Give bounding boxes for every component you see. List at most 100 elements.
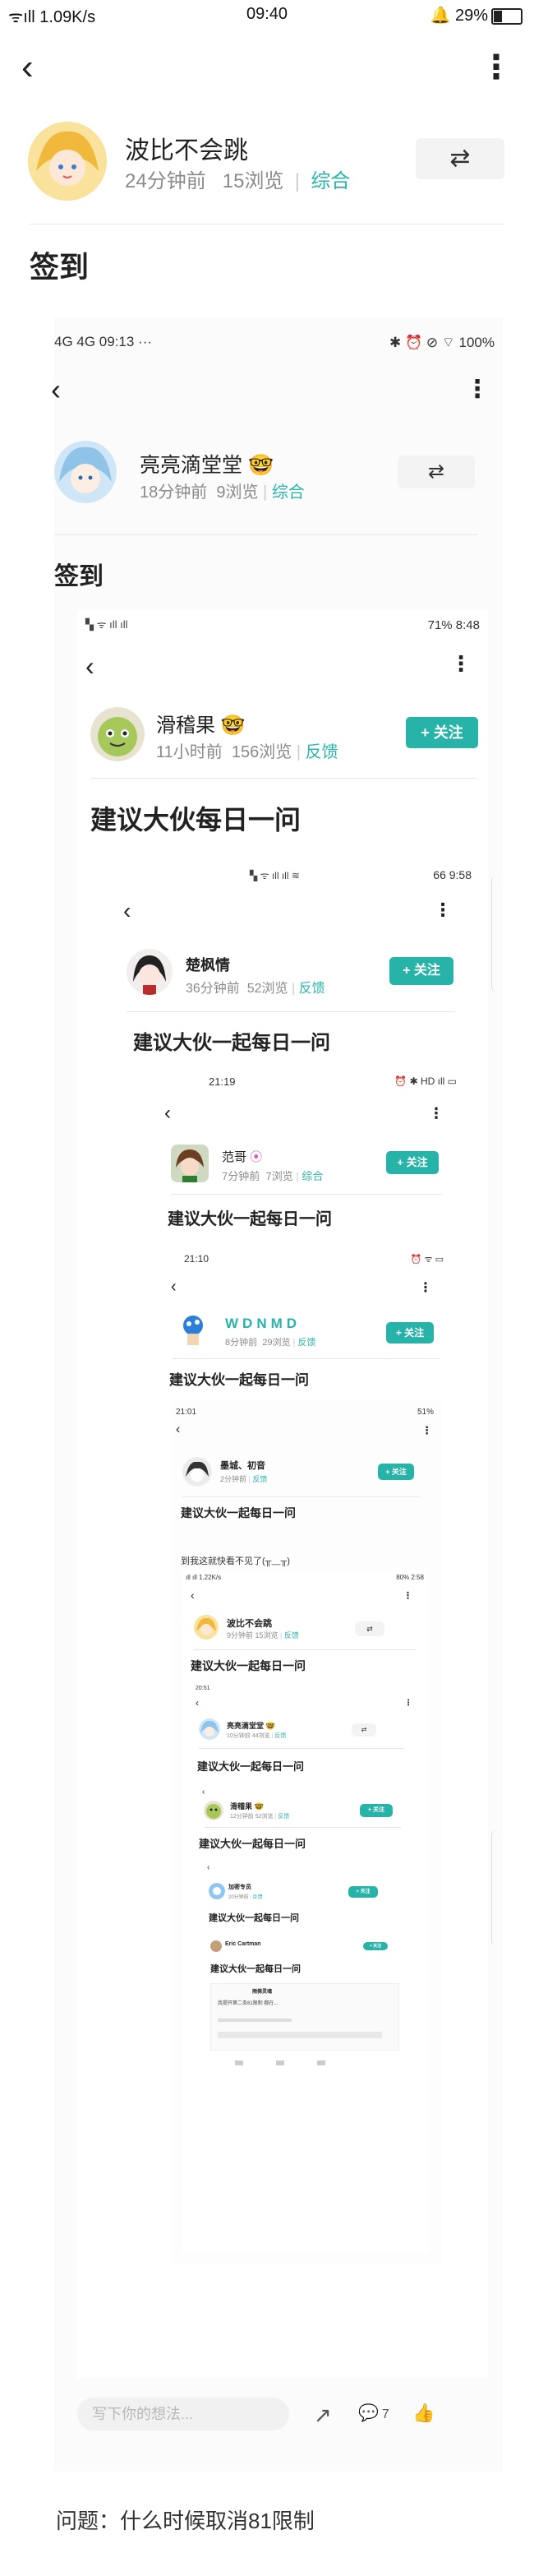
l8-swap-icon: ⇄ <box>352 1723 376 1737</box>
l4-title: 建议大伙一起每日一问 <box>168 1210 332 1228</box>
l2-status-left: ▚ ᯤ ıll ıll <box>85 618 128 631</box>
l1-emoji-icon: 🤓 <box>247 454 274 477</box>
embedded-screenshot-9: ‹ 滑稽果 🤓 12分钟前 52浏览 | 反馈 + 关注 建议大伙一起每日一问 <box>199 1784 412 2232</box>
l4-status-right: ⏰ ✱ HD ıll ▭ <box>394 1075 457 1087</box>
l11-bottom-icons <box>210 2057 398 2069</box>
author-avatar[interactable] <box>28 122 107 201</box>
l8-back-arrow-icon: ‹ <box>196 1697 199 1709</box>
back-arrow-icon[interactable]: ‹ <box>21 49 34 86</box>
l1-comment-input: 写下你的想法... <box>77 2398 289 2430</box>
l6-more-icon: ⋮ <box>421 1424 432 1436</box>
l6-avatar <box>182 1457 212 1487</box>
l1-meta: 18分钟前 9浏览 | 综合 <box>140 483 305 502</box>
l4-follow-button: + 关注 <box>386 1151 439 1174</box>
l2-emoji-icon: 🤓 <box>220 715 246 737</box>
l5-divider <box>173 1358 440 1359</box>
l11-tab-strip <box>218 2019 292 2022</box>
l3-status-right: 66 9:58 <box>433 868 472 881</box>
l3-author-name: 楚枫情 <box>186 957 230 974</box>
l5-status-time: 21:10 <box>184 1253 209 1265</box>
l7-meta: 9分钟前 15浏览 | 反馈 <box>227 1631 299 1639</box>
status-bar: ᯤıll 1.09K/s 09:40 🔔 29% <box>0 0 534 30</box>
l9-divider <box>204 1827 401 1828</box>
l7-back-arrow-icon: ‹ <box>191 1589 195 1602</box>
l8-author-name: 亮亮滴堂堂 🤓 <box>227 1722 275 1730</box>
l3-follow-button: + 关注 <box>389 957 453 985</box>
l3-more-icon: ⋮ <box>434 900 452 920</box>
battery-icon <box>491 7 522 25</box>
l4-divider <box>171 1194 442 1195</box>
l8-meta: 10分钟前 44浏览 | 反馈 <box>227 1733 287 1739</box>
author-name[interactable]: 波比不会跳 <box>125 130 248 166</box>
embedded-screenshot-7: ıll ıll 1.22K/s 80% 2:58 ‹ ⋮ 波比不会跳 9分钟前 … <box>182 1570 429 2253</box>
status-icons: 🔔 29% <box>430 5 522 25</box>
l2-title: 建议大伙每日一问 <box>90 805 302 835</box>
l4-more-icon: ⋮ <box>429 1105 444 1122</box>
l9-meta: 12分钟前 52浏览 | 反馈 <box>230 1814 290 1820</box>
embedded-screenshot-1: 4G 4G 09:13 ··· ✱ ⏰ ⊘ ⌔ 100% ‹ ⋮ 亮亮滴堂堂 🤓… <box>51 317 503 2472</box>
l5-author-name: WDNMD <box>225 1316 302 1331</box>
l1-status-right: ✱ ⏰ ⊘ ⌔ 100% <box>389 335 495 350</box>
swap-icon: ⇄ <box>449 145 471 172</box>
l1-status-left: 4G 4G 09:13 ··· <box>54 334 153 349</box>
time-ago: 24分钟前 <box>125 170 206 192</box>
l6-follow-button: + 关注 <box>378 1464 414 1480</box>
l5-meta: 8分钟前 29浏览 | 反馈 <box>225 1338 316 1348</box>
l1-author-name: 亮亮滴堂堂 🤓 <box>140 454 274 477</box>
l7-status-left: ıll ıll 1.22K/s <box>186 1574 222 1581</box>
l3-status-left: ▚ ᯤ ıll ıll ≋ <box>250 870 300 881</box>
l10-follow-button: + 关注 <box>348 1886 378 1898</box>
post-title: 签到 <box>30 250 90 284</box>
l1-swap-icon: ⇄ <box>398 456 475 488</box>
l11-author-name: Eric Cartman <box>225 1941 261 1947</box>
l2-author-name: 滑稽果 🤓 <box>156 715 246 737</box>
more-options-icon[interactable]: ⋮ <box>480 51 513 84</box>
l11-nested-comment: 雨佛灵魂 我提开第二条81限制 都在... <box>210 1983 399 2051</box>
l1-side-handle <box>491 876 500 992</box>
l2-meta: 11小时前 156浏览 | 反馈 <box>156 743 338 761</box>
view-count: 15浏览 <box>222 170 284 192</box>
category-tag[interactable]: 综合 <box>311 170 350 192</box>
l6-status-right: 51% <box>417 1408 434 1417</box>
l7-swap-icon: ⇄ <box>355 1621 384 1636</box>
l2-back-arrow-icon: ‹ <box>85 651 94 681</box>
l5-status-right: ⏰ ᯤ ▭ <box>410 1255 444 1265</box>
comment-count: 7 <box>381 2407 389 2421</box>
l3-avatar <box>127 949 173 995</box>
l5-back-arrow-icon: ‹ <box>171 1278 177 1296</box>
l5-avatar <box>176 1314 210 1348</box>
share-icon: ↗ <box>314 2403 332 2427</box>
l4-author-name: 范哥 ⦿ <box>222 1150 263 1164</box>
l2-status-right: 71% 8:48 <box>427 618 480 632</box>
l1-back-arrow-icon: ‹ <box>51 372 61 406</box>
l10-meta: 20分钟前 | 反馈 <box>228 1895 263 1900</box>
l10-author-name: 加密专员 <box>228 1885 251 1890</box>
l9-title: 建议大伙一起每日一问 <box>199 1838 306 1850</box>
l8-status-time: 20:51 <box>196 1686 210 1691</box>
l10-avatar <box>209 1883 225 1899</box>
l9-back-arrow-icon: ‹ <box>202 1787 205 1797</box>
embedded-screenshot-4: 21:19 ⏰ ✱ HD ıll ▭ ‹ ⋮ 范哥 ⦿ 7分钟前 7浏览 | 综… <box>135 1066 468 2282</box>
embedded-screenshot-8: 20:51 ‹ ⋮ 亮亮滴堂堂 🤓 10分钟前 44浏览 | 反馈 ⇄ 建议大伙… <box>191 1682 421 2241</box>
embedded-screenshot-5: 21:10 ⏰ ᯤ ▭ ‹ ⋮ WDNMD 8分钟前 29浏览 | 反馈 + 关… <box>159 1245 468 2273</box>
post-meta: 24分钟前 15浏览 | 综合 <box>125 170 351 192</box>
l11-sub-author: 雨佛灵魂 <box>252 1990 273 1995</box>
l6-caption: 到我这就快看不见了(╥﹏╥) <box>181 1556 290 1566</box>
embedded-screenshot-11: Eric Cartman + 关注 建议大伙一起每日一问 雨佛灵魂 我提开第二条… <box>207 1932 401 2220</box>
l6-author-name: 墨城、初音 <box>220 1461 265 1471</box>
l3-title: 建议大伙一起每日一问 <box>133 1032 330 1054</box>
l11-follow-button: + 关注 <box>363 1942 388 1950</box>
embedded-screenshot-3: ▚ ᯤ ıll ıll ≋ 66 9:58 ‹ ⋮ 楚枫情 36分钟前 52浏览… <box>110 862 485 2309</box>
l9-avatar <box>204 1801 223 1820</box>
post-question: 问题：什么时候取消81限制 <box>56 2509 315 2533</box>
swap-button[interactable]: ⇄ <box>416 138 504 179</box>
l4-badge-icon: ⦿ <box>250 1150 263 1164</box>
l1-avatar <box>54 441 117 503</box>
l6-divider <box>182 1496 421 1497</box>
l7-status-right: 80% 2:58 <box>396 1574 424 1581</box>
l1-more-icon: ⋮ <box>465 376 490 403</box>
l8-avatar <box>199 1718 220 1740</box>
l3-meta: 36分钟前 52浏览 | 反馈 <box>186 982 325 996</box>
l5-more-icon: ⋮ <box>419 1281 432 1295</box>
l2-follow-button: + 关注 <box>406 717 478 748</box>
